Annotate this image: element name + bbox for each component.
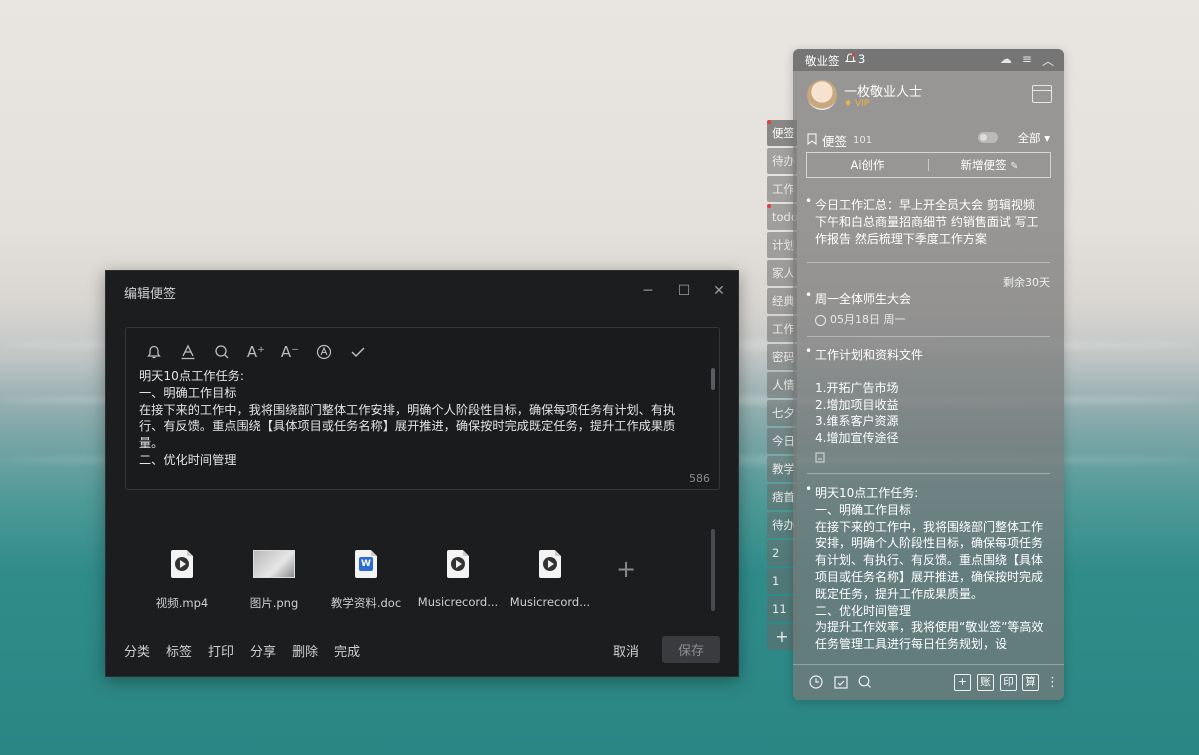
print-button[interactable]: 印 — [1000, 674, 1017, 691]
cancel-button[interactable]: 取消 — [613, 641, 639, 660]
add-attachment-button[interactable]: + — [596, 547, 656, 611]
more-icon[interactable]: ⋮ — [1046, 675, 1059, 690]
account-button[interactable]: 账 — [977, 674, 994, 691]
view-toggle[interactable] — [978, 132, 998, 143]
add-icon[interactable]: + — [954, 674, 971, 691]
note-text: 今日工作汇总：早上开全员大会 剪辑视频 下午和白总商量招商细节 约销售面试 写工… — [815, 198, 1039, 246]
bell-icon — [845, 53, 856, 62]
font-increase-icon[interactable]: A⁺ — [244, 340, 268, 364]
calendar-icon[interactable] — [1032, 85, 1052, 103]
search-icon[interactable] — [210, 340, 234, 364]
section-label: 便签 — [822, 134, 848, 149]
note-item[interactable]: • 周一全体师生大会 05月18日 周一 — [805, 288, 1050, 329]
save-button[interactable]: 保存 — [662, 636, 720, 663]
section-count: 101 — [853, 135, 873, 146]
clock-icon — [815, 314, 826, 326]
word-file-icon: W — [355, 550, 377, 578]
new-note-button[interactable]: 新增便签 ✎ — [929, 153, 1050, 177]
audio-file-icon — [539, 550, 561, 578]
cloud-sync-icon[interactable]: ☁ — [1000, 52, 1012, 69]
calculate-button[interactable]: 算 — [1022, 674, 1039, 691]
check-icon[interactable] — [346, 340, 370, 364]
attachment-name: Musicrecord... — [417, 595, 499, 609]
bell-icon[interactable] — [142, 340, 166, 364]
clock-icon[interactable] — [809, 675, 823, 693]
note-editor[interactable]: A⁺ A⁻ 明天10点工作任务: 一、明确工作目标 在接下来的工作中，我将围绕部… — [125, 327, 720, 490]
notification-count: 3 — [858, 52, 866, 66]
notify-dot — [767, 120, 771, 124]
note-text: 工作计划和资料文件 — [815, 348, 924, 362]
attachment-item[interactable]: 图片.png — [228, 547, 320, 611]
section-header: 便签 101 全部 ▾ — [807, 131, 1050, 150]
attachment-icon — [807, 451, 1050, 468]
maximize-icon[interactable]: ☐ — [674, 281, 694, 301]
attachment-name: 视频.mp4 — [155, 596, 209, 610]
vip-badge: ♦ VIP — [844, 99, 870, 109]
attachment-name: 教学资料.doc — [330, 596, 402, 610]
notify-dot — [767, 204, 771, 208]
notes-panel: 敬业签 3 ☁ ≡ ︿ 一枚敬业人士 ♦ VIP 便签 101 全部 ▾ Ai创… — [793, 49, 1064, 700]
list-item: 1.开拓广告市场 — [815, 380, 899, 395]
text-color-icon[interactable] — [176, 340, 200, 364]
minimize-icon[interactable]: ─ — [638, 281, 658, 301]
close-icon[interactable]: ✕ — [709, 281, 729, 301]
content-line: 在接下来的工作中，我将围绕部门整体工作安排，明确个人阶段性目标，确保每项任务有计… — [139, 402, 676, 451]
attachment-item[interactable]: Musicrecord... — [412, 547, 504, 611]
editor-scrollbar[interactable] — [711, 368, 715, 390]
panel-footer: + 账 印 算 ⋮ — [793, 664, 1064, 700]
edit-note-dialog: 编辑便签 ─ ☐ ✕ A⁺ A⁻ 明天10点工作任务: 一、明确工作目标 在接下… — [105, 270, 739, 677]
ai-create-button[interactable]: Ai创作 — [807, 153, 928, 177]
panel-header: 敬业签 3 ☁ ≡ ︿ — [793, 49, 1064, 71]
action-bar: Ai创作 新增便签 ✎ — [806, 152, 1051, 178]
pen-icon: ✎ — [1010, 161, 1019, 172]
tag-button[interactable]: 标签 — [166, 641, 192, 660]
note-text: 周一全体师生大会 — [815, 292, 912, 306]
attachment-item[interactable]: W 教学资料.doc — [320, 547, 412, 611]
category-button[interactable]: 分类 — [124, 641, 150, 660]
char-count: 586 — [689, 472, 710, 485]
search-icon[interactable] — [858, 675, 872, 693]
content-line: 一、明确工作目标 — [139, 385, 237, 400]
done-button[interactable]: 完成 — [334, 641, 360, 660]
remaining-days: 剩余30天 — [1003, 276, 1050, 289]
note-text: 明天10点工作任务: 一、明确工作目标 在接下来的工作中，我将围绕部门整体工作安… — [815, 486, 1044, 652]
attachment-list: 视频.mp4 图片.png W 教学资料.doc Musicrecord... … — [136, 547, 656, 611]
editor-footer: 分类 标签 打印 分享 删除 完成 — [124, 641, 360, 660]
note-item[interactable]: • 工作计划和资料文件 1.开拓广告市场 2.增加项目收益 3.维系客户资源 4… — [805, 344, 1050, 468]
app-name: 敬业签 — [805, 54, 840, 68]
list-item: 3.维系客户资源 — [815, 414, 899, 429]
editor-toolbar: A⁺ A⁻ — [142, 340, 370, 364]
dialog-title: 编辑便签 — [124, 287, 177, 302]
attachment-item[interactable]: Musicrecord... — [504, 547, 596, 611]
notification-button[interactable]: 3 — [845, 52, 865, 66]
content-line: 明天10点工作任务: — [139, 369, 244, 383]
collapse-icon[interactable]: ︿ — [1042, 52, 1054, 69]
note-item[interactable]: • 今日工作汇总：早上开全员大会 剪辑视频 下午和白总商量招商细节 约销售面试 … — [805, 194, 1050, 247]
user-name: 一枚敬业人士 — [844, 85, 923, 100]
share-button[interactable]: 分享 — [250, 641, 276, 660]
font-decrease-icon[interactable]: A⁻ — [278, 340, 302, 364]
list-item: 2.增加项目收益 — [815, 397, 899, 412]
audio-file-icon — [447, 550, 469, 578]
print-button[interactable]: 打印 — [208, 641, 234, 660]
attachment-name: 图片.png — [249, 596, 299, 610]
avatar[interactable] — [807, 80, 837, 110]
font-style-icon[interactable] — [312, 340, 336, 364]
image-file-icon — [253, 550, 295, 578]
menu-icon[interactable]: ≡ — [1022, 52, 1032, 69]
attachment-scrollbar[interactable] — [711, 529, 715, 611]
content-line: 二、优化时间管理 — [139, 452, 237, 467]
note-item[interactable]: • 明天10点工作任务: 一、明确工作目标 在接下来的工作中，我将围绕部门整体工… — [807, 485, 1050, 655]
attachment-name: Musicrecord... — [509, 595, 591, 609]
delete-button[interactable]: 删除 — [292, 641, 318, 660]
reminder-date: 05月18日 周一 — [807, 312, 1050, 329]
list-item: 4.增加宣传途径 — [815, 431, 899, 446]
attachment-item[interactable]: 视频.mp4 — [136, 547, 228, 611]
calendar-check-icon[interactable] — [834, 675, 848, 693]
note-content[interactable]: 明天10点工作任务: 一、明确工作目标 在接下来的工作中，我将围绕部门整体工作安… — [139, 368, 699, 469]
video-file-icon — [171, 550, 193, 578]
bookmark-icon — [807, 133, 817, 148]
filter-dropdown[interactable]: 全部 ▾ — [1018, 130, 1050, 146]
